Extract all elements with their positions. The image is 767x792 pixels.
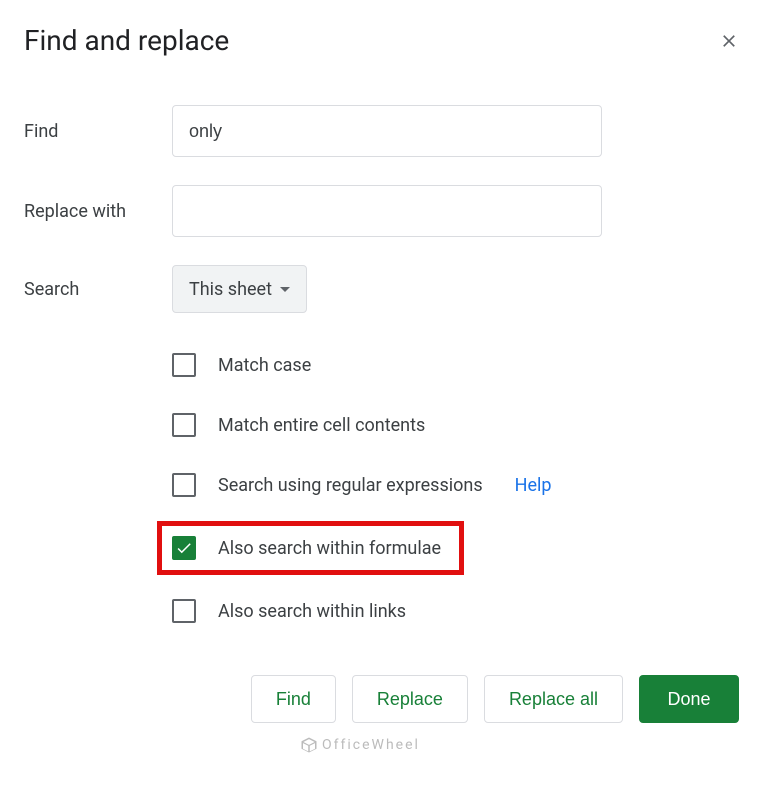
formulae-row-highlight: Also search within formulae [157,521,464,575]
replace-input[interactable] [172,185,602,237]
formulae-label: Also search within formulae [218,538,441,559]
replace-with-label: Replace with [24,201,172,222]
replace-button[interactable]: Replace [352,675,468,723]
watermark: OfficeWheel [300,736,420,754]
dialog-title: Find and replace [24,24,229,57]
match-case-label: Match case [218,355,311,376]
match-entire-checkbox[interactable] [172,413,196,437]
regex-label: Search using regular expressions [218,475,483,496]
watermark-icon [300,736,318,754]
regex-checkbox[interactable] [172,473,196,497]
links-checkbox[interactable] [172,599,196,623]
formulae-checkbox[interactable] [172,536,196,560]
find-input[interactable] [172,105,602,157]
find-button[interactable]: Find [251,675,336,723]
regex-help-link[interactable]: Help [515,475,552,496]
search-label: Search [24,279,172,300]
match-case-checkbox[interactable] [172,353,196,377]
replace-all-button[interactable]: Replace all [484,675,623,723]
dropdown-selected: This sheet [189,279,272,300]
done-button[interactable]: Done [639,675,739,723]
match-entire-label: Match entire cell contents [218,415,425,436]
close-icon [719,31,739,51]
check-icon [175,539,193,557]
links-label: Also search within links [218,601,406,622]
search-scope-dropdown[interactable]: This sheet [172,265,307,313]
chevron-down-icon [280,287,290,292]
find-label: Find [24,121,172,142]
close-button[interactable] [715,27,743,55]
